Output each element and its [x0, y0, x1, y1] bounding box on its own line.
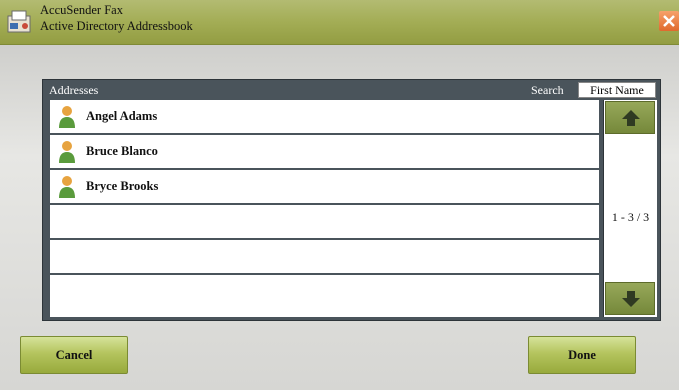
empty-list-item — [50, 240, 599, 275]
list-item[interactable]: Angel Adams — [50, 100, 599, 135]
arrow-up-icon — [622, 110, 640, 126]
list-item[interactable]: Bruce Blanco — [50, 135, 599, 170]
done-button[interactable]: Done — [528, 336, 636, 374]
scroll-up-button[interactable] — [605, 101, 655, 134]
contact-name: Bryce Brooks — [86, 179, 159, 193]
cancel-button[interactable]: Cancel — [20, 336, 128, 374]
app-name: AccuSender Fax — [40, 3, 123, 17]
close-button[interactable] — [659, 11, 679, 31]
empty-list-item — [50, 275, 599, 310]
contact-name: Bruce Blanco — [86, 144, 158, 158]
addresses-panel: Addresses Search First Name Angel Adams … — [42, 79, 661, 321]
person-icon — [59, 141, 75, 163]
person-icon — [59, 106, 75, 128]
fax-app-icon — [7, 10, 31, 33]
address-list: Angel Adams Bruce Blanco Bryce Brooks — [50, 100, 599, 317]
close-icon — [663, 15, 675, 27]
window-title: Active Directory Addressbook — [40, 19, 193, 33]
panel-header: Addresses Search First Name — [43, 80, 660, 100]
scroll-panel: 1 - 3 / 3 — [603, 100, 657, 317]
person-icon — [59, 176, 75, 198]
search-field-selector[interactable]: First Name — [578, 82, 656, 98]
page-indicator: 1 - 3 / 3 — [611, 210, 650, 224]
addresses-label: Addresses — [49, 83, 99, 97]
arrow-down-icon — [622, 291, 640, 307]
list-item[interactable]: Bryce Brooks — [50, 170, 599, 205]
empty-list-item — [50, 205, 599, 240]
search-label: Search — [531, 83, 564, 97]
scroll-down-button[interactable] — [605, 282, 655, 315]
title-bar: AccuSender Fax Active Directory Addressb… — [0, 0, 679, 45]
contact-name: Angel Adams — [86, 109, 158, 123]
